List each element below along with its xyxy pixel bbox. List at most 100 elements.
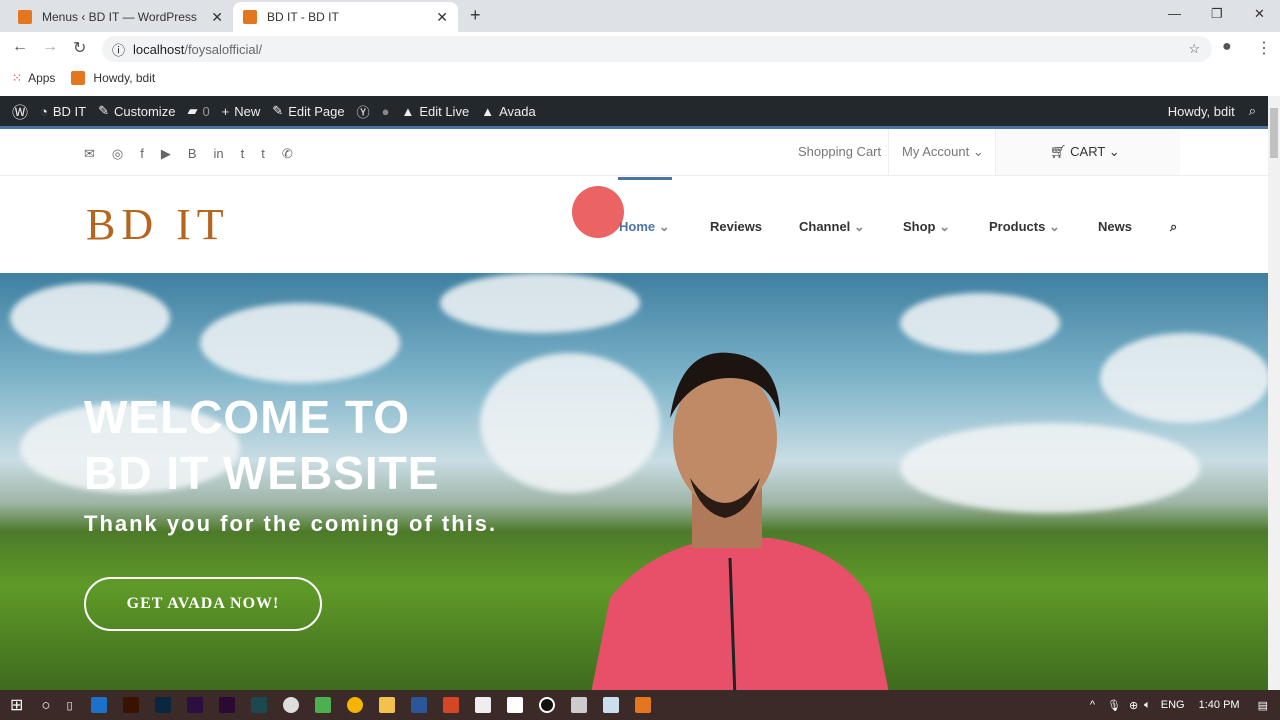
- clock[interactable]: 1:40 PM: [1199, 699, 1240, 711]
- scrollbar-thumb[interactable]: [1270, 108, 1278, 158]
- microphone-icon[interactable]: 🎙︎: [1107, 699, 1121, 712]
- youtube-icon[interactable]: ▶: [161, 146, 171, 162]
- label: Shop: [903, 219, 936, 234]
- admin-howdy[interactable]: Howdy, bdit: [1168, 104, 1235, 119]
- menu-reviews[interactable]: Reviews: [710, 219, 762, 234]
- mail-icon[interactable]: ✉: [84, 146, 95, 162]
- edge-icon[interactable]: [90, 697, 107, 713]
- forward-icon[interactable]: →: [42, 38, 58, 56]
- instagram-icon[interactable]: ◎: [112, 146, 123, 162]
- restore-icon[interactable]: ❐: [1211, 6, 1223, 22]
- linkedin-icon[interactable]: in: [214, 146, 224, 162]
- minimize-icon[interactable]: —: [1168, 6, 1181, 21]
- xampp-favicon-icon: [71, 71, 86, 85]
- xampp-icon[interactable]: [634, 697, 651, 713]
- app-icon[interactable]: [250, 697, 267, 713]
- powerpoint-icon[interactable]: [442, 697, 459, 713]
- profile-icon[interactable]: ●: [1222, 38, 1232, 56]
- active-menu-indicator: [618, 177, 672, 180]
- notifications-icon[interactable]: ▤: [1258, 699, 1268, 712]
- admin-new[interactable]: + New: [222, 104, 261, 119]
- network-icon[interactable]: ⊕: [1129, 699, 1138, 712]
- windows-start-icon[interactable]: ⊞: [10, 695, 23, 715]
- chevron-down-icon: ⌄: [1108, 144, 1120, 159]
- secondary-header: ✉ ◎ f ▶ Bin t t ✆ Shopping Cart My Account ⌄ 🛒︎…: [0, 129, 1268, 176]
- get-avada-button[interactable]: GET AVADA NOW!: [84, 577, 322, 631]
- tab-title: Menus ‹ BD IT — WordPress: [42, 10, 197, 24]
- admin-comments[interactable]: ▰ 0: [187, 103, 209, 119]
- volume-icon[interactable]: 🔈︎: [1144, 699, 1151, 712]
- after-effects-icon[interactable]: [186, 697, 203, 713]
- bookmark-apps[interactable]: Apps: [28, 71, 55, 85]
- menu-channel[interactable]: Channel ⌄: [799, 219, 865, 235]
- my-account-link[interactable]: My Account ⌄: [902, 144, 984, 160]
- store-icon[interactable]: [506, 697, 523, 713]
- close-window-icon[interactable]: ✕: [1254, 6, 1265, 22]
- admin-customize[interactable]: ✎ Customize: [98, 103, 175, 119]
- close-tab-icon[interactable]: ✕: [211, 9, 223, 26]
- menu-products[interactable]: Products ⌄: [989, 219, 1060, 235]
- phone-icon[interactable]: ✆: [282, 146, 293, 162]
- language-indicator[interactable]: ENG: [1161, 699, 1185, 711]
- apps-icon: ⁙: [12, 71, 23, 85]
- photoshop-icon[interactable]: [154, 697, 171, 713]
- hero-title-line2: BD IT WEBSITE: [84, 447, 440, 499]
- admin-avada[interactable]: ▲ Avada: [481, 104, 536, 119]
- windows-taskbar: ⊞ ○ ▯ ^ 🎙︎ ⊕ 🔈︎ ENG 1:40 PM ▤: [0, 690, 1280, 720]
- menu-shop[interactable]: Shop ⌄: [903, 219, 950, 235]
- wp-admin-bar: Ⓦ ◔ BD IT ✎ Customize ▰ 0 + New ✎ Edit Page Ⓨ…: [0, 96, 1268, 126]
- admin-site-name[interactable]: ◔ BD IT: [40, 104, 86, 119]
- twitter-icon[interactable]: t: [241, 146, 245, 162]
- shopping-cart-link[interactable]: Shopping Cart: [798, 144, 881, 159]
- cloud: [10, 283, 170, 353]
- chrome-icon[interactable]: [346, 697, 363, 713]
- menu-icon[interactable]: ⋮: [1256, 38, 1272, 58]
- tab-menus[interactable]: Menus ‹ BD IT — WordPress ✕: [8, 2, 233, 32]
- label: News: [1098, 219, 1132, 234]
- back-icon[interactable]: ←: [12, 38, 28, 56]
- close-tab-icon[interactable]: ✕: [436, 9, 448, 26]
- facebook-icon[interactable]: f: [140, 146, 144, 162]
- search-icon[interactable]: ⌕: [1249, 103, 1256, 119]
- premiere-icon[interactable]: [218, 697, 235, 713]
- file-explorer-icon[interactable]: [378, 697, 395, 713]
- mail-icon[interactable]: [474, 697, 491, 713]
- illustrator-icon[interactable]: [122, 697, 139, 713]
- word-icon[interactable]: [410, 697, 427, 713]
- label: Home: [619, 219, 656, 234]
- dashboard-icon: ◔: [40, 103, 48, 119]
- task-view-icon[interactable]: ▯: [66, 699, 72, 712]
- label: Edit Live: [419, 103, 470, 119]
- admin-edit-live[interactable]: ▲ Edit Live: [401, 104, 469, 119]
- app-icon[interactable]: [282, 697, 299, 713]
- notepad-icon[interactable]: [602, 697, 619, 713]
- tray-chevron-icon[interactable]: ^: [1090, 699, 1095, 711]
- search-circle-icon[interactable]: ○: [41, 697, 50, 714]
- xampp-favicon-icon: [18, 10, 32, 24]
- page-scrollbar[interactable]: [1268, 96, 1280, 690]
- chevron-down-icon: ⌄: [658, 219, 670, 234]
- reload-icon[interactable]: ↻: [73, 38, 86, 58]
- main-header: BD IT Home ⌄ Reviews Channel ⌄ Shop ⌄ Pr…: [0, 177, 1268, 273]
- admin-edit-page[interactable]: ✎ Edit Page: [272, 103, 344, 119]
- camtasia-icon[interactable]: [314, 697, 331, 713]
- tumblr-icon[interactable]: t: [261, 146, 265, 162]
- url-input[interactable]: ⓘ localhost/foysalofficial/ ☆: [102, 36, 1212, 62]
- wordpress-logo-icon[interactable]: Ⓦ: [12, 99, 28, 123]
- tab-title: BD IT - BD IT: [267, 10, 339, 24]
- cart-button[interactable]: 🛒︎ CART ⌄: [1050, 144, 1120, 160]
- site-logo[interactable]: BD IT: [86, 199, 230, 250]
- xampp-favicon-icon: [243, 10, 257, 24]
- media-icon[interactable]: [538, 697, 555, 713]
- bookmark-howdy[interactable]: Howdy, bdit: [93, 71, 155, 85]
- cursor-highlight: [572, 186, 624, 238]
- search-icon[interactable]: ⌕: [1170, 219, 1177, 235]
- yoast-icon[interactable]: Ⓨ: [357, 102, 370, 121]
- new-tab-button[interactable]: +: [470, 5, 481, 26]
- menu-news[interactable]: News: [1098, 219, 1132, 234]
- app-icon[interactable]: [570, 697, 587, 713]
- star-icon[interactable]: ☆: [1188, 41, 1200, 57]
- blogger-icon[interactable]: B: [188, 146, 197, 162]
- tab-bd-it[interactable]: BD IT - BD IT ✕: [233, 2, 458, 32]
- menu-home[interactable]: Home ⌄: [619, 219, 670, 235]
